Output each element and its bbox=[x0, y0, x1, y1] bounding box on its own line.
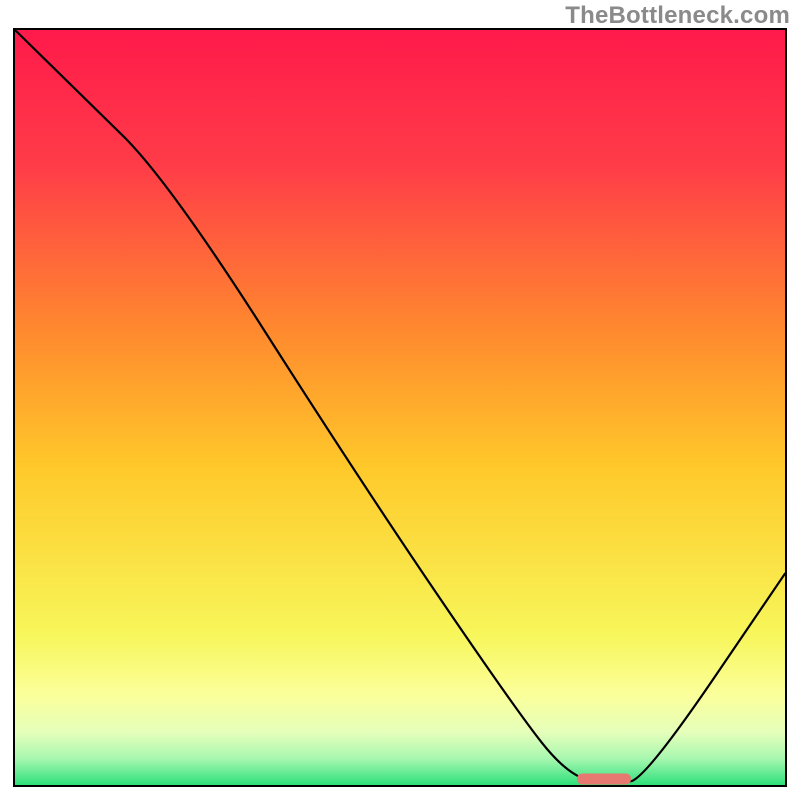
plot-area bbox=[13, 28, 787, 787]
chart-frame: TheBottleneck.com bbox=[0, 0, 800, 800]
optimal-range-marker bbox=[577, 773, 631, 784]
watermark-text: TheBottleneck.com bbox=[565, 2, 790, 30]
plot-svg bbox=[15, 30, 785, 785]
